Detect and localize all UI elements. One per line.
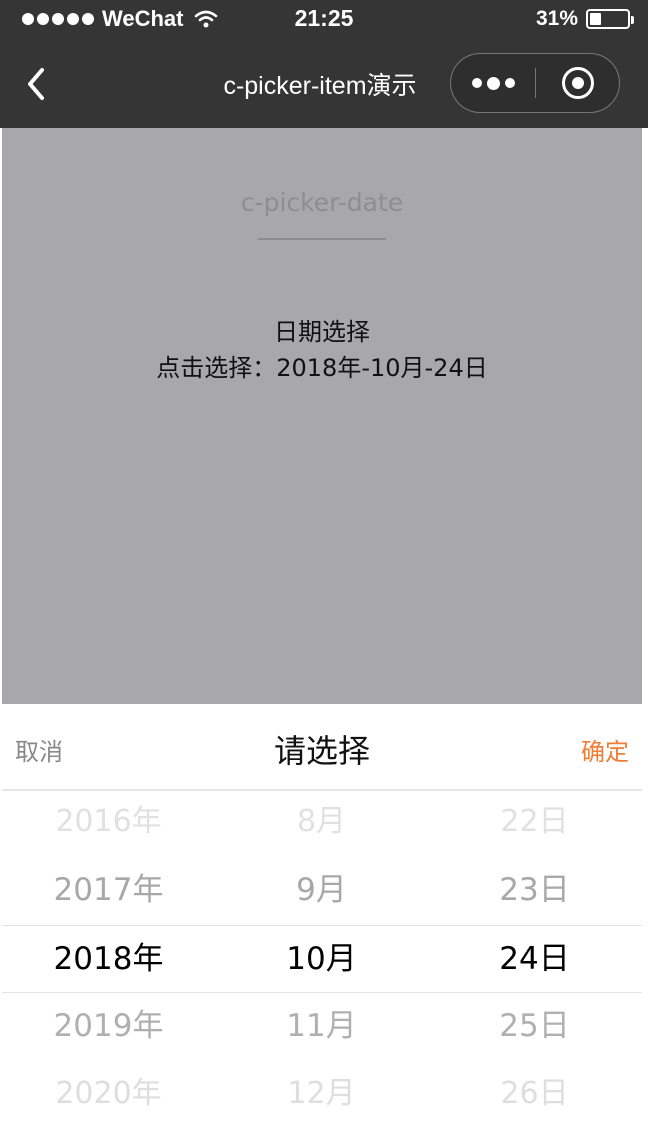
back-chevron-icon[interactable] [18,64,58,104]
battery-status: 31% [535,7,634,31]
month-option[interactable]: 8月 [215,788,428,856]
picker-title: 请选择 [273,732,370,770]
confirm-button[interactable]: 确定 [581,732,629,767]
battery-icon [586,9,634,29]
page-content-mask[interactable]: c-picker-date 日期选择 点击选择：2018年-10月-24日 [2,128,642,704]
day-option[interactable]: 26日 [428,1060,641,1128]
navigation-bar: c-picker-item演示 [0,40,648,128]
month-option-selected[interactable]: 10月 [215,925,428,993]
year-option-selected[interactable]: 2018年 [2,925,215,993]
day-column[interactable]: 22日 23日 24日 25日 26日 [428,791,641,1138]
picker-columns: 2016年 2017年 2018年 2019年 2020年 8月 9月 10月 … [2,791,642,1138]
more-dots-icon[interactable] [451,54,535,112]
battery-percent: 31% [535,7,578,30]
month-option[interactable]: 9月 [215,856,428,924]
picker-panel: 取消 请选择 确定 2016年 2017年 2018年 2019年 2020年 … [2,704,642,1138]
date-picker-trigger[interactable]: 点击选择：2018年-10月-24日 [2,348,642,383]
mini-program-capsule [450,53,620,113]
year-option[interactable]: 2016年 [2,788,215,856]
demo-label: 日期选择 [274,318,370,346]
day-option-selected[interactable]: 24日 [428,925,641,993]
year-column[interactable]: 2016年 2017年 2018年 2019年 2020年 [2,791,215,1138]
section-divider [258,238,386,240]
year-option[interactable]: 2019年 [2,992,215,1060]
month-column[interactable]: 8月 9月 10月 11月 12月 [215,791,428,1138]
page-title: c-picker-item演示 [223,72,417,100]
month-option[interactable]: 12月 [215,1060,428,1128]
status-bar: WeChat 21:25 31% [0,0,648,40]
picker-header: 取消 请选择 确定 [2,704,642,791]
section-title: c-picker-date [240,188,404,217]
day-option[interactable]: 23日 [428,856,641,924]
target-circle-icon[interactable] [536,54,620,112]
day-option[interactable]: 22日 [428,788,641,856]
year-option[interactable]: 2017年 [2,856,215,924]
month-option[interactable]: 11月 [215,992,428,1060]
screen-edge [642,128,648,1142]
day-option[interactable]: 25日 [428,992,641,1060]
year-option[interactable]: 2020年 [2,1060,215,1128]
